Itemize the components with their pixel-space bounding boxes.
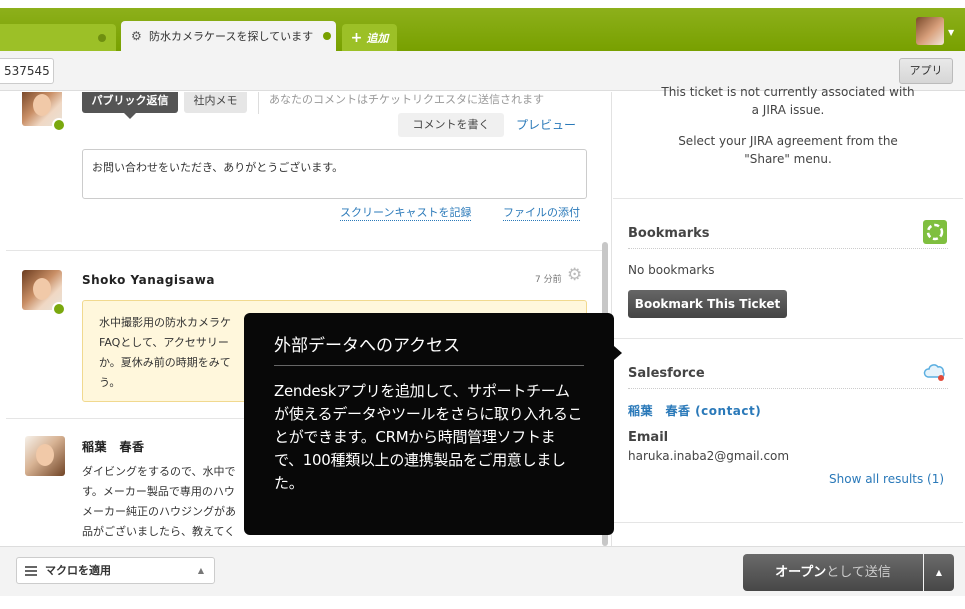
internal-note-tab[interactable]: 社内メモ [184,92,247,113]
jira-text: "Share" menu. [744,152,832,166]
divider [6,250,602,251]
write-comment-button[interactable]: コメントを書く [398,113,504,137]
attach-file-link[interactable]: ファイルの添付 [503,204,580,221]
comment-textarea[interactable]: お問い合わせをいただき、ありがとうございます。 [82,149,587,199]
email-label: Email [628,430,669,445]
requester-avatar [25,436,65,476]
tab-active-ticket[interactable]: ⚙ 防水カメラケースを探しています [121,21,336,51]
tooltip-title: 外部データへのアクセス [274,331,584,366]
record-screencast-link[interactable]: スクリーンキャストを記録 [340,204,472,221]
tab-previous[interactable] [0,24,116,51]
show-all-results-link[interactable]: Show all results (1) [829,472,944,486]
list-icon [25,566,37,576]
contact-link[interactable]: 稲葉 春香 (contact) [628,402,761,419]
no-bookmarks-text: No bookmarks [628,263,715,277]
public-reply-tab[interactable]: パブリック返信 [82,92,178,119]
tab-bar: ⚙ 防水カメラケースを探しています + 追加 ▼ [0,0,965,51]
add-tab-label: 追加 [366,31,389,45]
bookmarks-app-icon [923,220,947,244]
divider [628,388,948,389]
divider [613,338,963,339]
add-tab-button[interactable]: + 追加 [342,24,397,51]
tab-active-label: 防水カメラケースを探しています [149,30,314,43]
bottom-strip [0,596,965,609]
jira-text: a JIRA issue. [751,103,825,117]
salesforce-cloud-icon [923,360,947,384]
apps-tooltip: 外部データへのアクセス Zendeskアプリを追加して、サポートチームが使えるデ… [244,313,622,535]
jira-text: Select your JIRA agreement from the [678,134,898,148]
preview-link[interactable]: プレビュー [516,113,576,137]
gear-icon: ⚙ [131,29,142,43]
submit-options-caret-icon[interactable]: ▲ [924,554,954,591]
gear-icon[interactable]: ⚙ [567,267,582,284]
ticket-id-field[interactable]: 537545 [0,58,54,84]
comment-author: Shoko Yanagisawa [82,273,215,287]
submit-button[interactable]: オープンとして送信 [743,554,923,591]
apps-button[interactable]: アプリ [899,58,953,84]
caret-down-icon[interactable]: ▼ [948,28,954,37]
salesforce-title: Salesforce [628,366,705,381]
email-value: haruka.inaba2@gmail.com [628,449,790,463]
submit-status: オープン [775,565,827,580]
submit-suffix: として送信 [826,565,891,580]
comment-time: 7 分前 [535,275,562,285]
bookmark-ticket-button[interactable]: Bookmark This Ticket [628,290,787,318]
agent-badge-icon [52,118,66,132]
agent-badge-icon [52,302,66,316]
jira-text: This ticket is not currently associated … [661,85,915,99]
divider [628,248,948,249]
composer-hint: あなたのコメントはチケットリクエスタに送信されます [258,92,544,114]
status-dot [98,34,106,42]
divider [613,522,963,523]
status-dot [323,32,332,40]
caret-up-icon: ▲ [197,566,204,575]
plus-icon: + [350,29,363,46]
bookmarks-title: Bookmarks [628,226,710,241]
user-avatar[interactable] [916,17,944,45]
divider [613,198,963,199]
apply-macro-select[interactable]: マクロを適用 ▲ [16,557,215,584]
macro-label: マクロを適用 [45,564,111,577]
ticket-footer: マクロを適用 ▲ オープンとして送信 ▲ [0,546,965,596]
comment-author: 稲葉 春香 [82,440,145,454]
apps-sidebar: This ticket is not currently associated … [613,85,965,546]
tooltip-body: Zendeskアプリを追加して、サポートチームが使えるデータやツールをさらに取り… [274,382,583,492]
